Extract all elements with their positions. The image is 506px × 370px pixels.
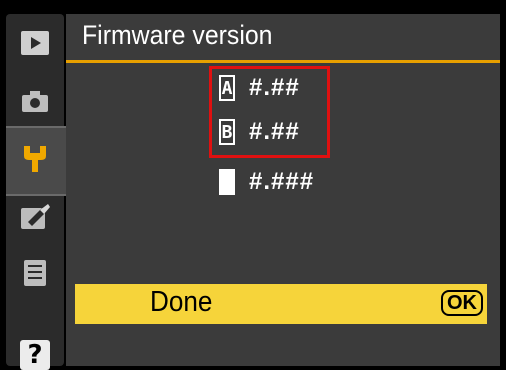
wrench-icon[interactable] <box>18 144 52 174</box>
page-title: Firmware version <box>82 20 273 50</box>
firmware-version-panel: Firmware version A #.## B #.## L #.### D… <box>66 14 500 366</box>
my-menu-icon[interactable] <box>18 258 52 288</box>
callout-highlight-box <box>209 66 330 158</box>
done-label: Done <box>150 286 213 318</box>
done-button[interactable]: Done OK <box>75 284 487 324</box>
firmware-l-version: #.### <box>249 168 315 195</box>
firmware-l-badge: L <box>219 169 235 195</box>
ok-button-icon: OK <box>441 290 483 316</box>
camera-menu-screen: ? Firmware version A #.## B #.## L #.###… <box>0 0 506 370</box>
menu-tab-rail: ? <box>6 14 72 370</box>
help-icon[interactable]: ? <box>20 340 50 370</box>
playback-icon[interactable] <box>18 28 52 58</box>
firmware-row-l: L #.### <box>219 164 314 200</box>
retouch-icon[interactable] <box>18 202 52 232</box>
title-underline <box>66 60 500 63</box>
camera-icon[interactable] <box>18 86 52 116</box>
